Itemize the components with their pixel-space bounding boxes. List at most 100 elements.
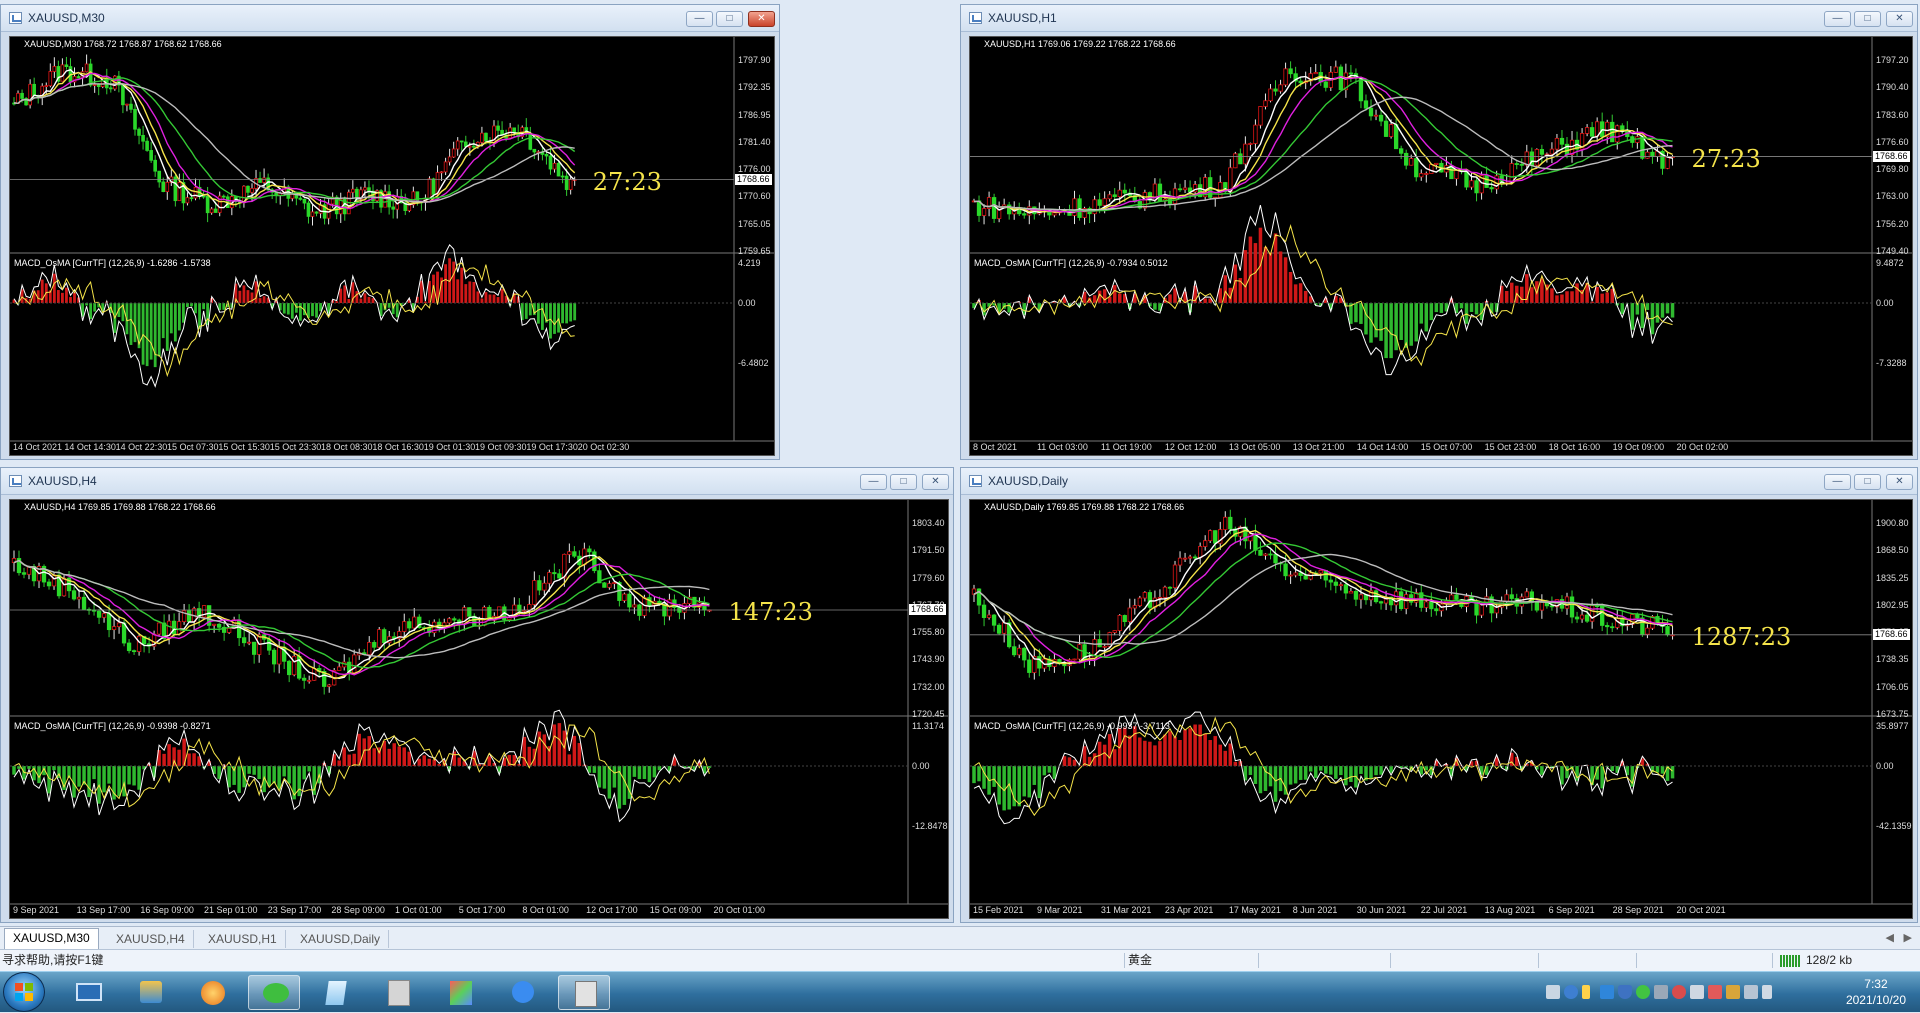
macd-histogram-bar <box>396 303 399 317</box>
candle-body <box>127 643 131 651</box>
candle-body <box>377 630 381 648</box>
tray-bluetooth-icon[interactable] <box>1600 985 1614 999</box>
minimize-button[interactable]: — <box>1824 474 1851 490</box>
macd-histogram-bar <box>480 299 483 304</box>
candle-body <box>1269 554 1273 555</box>
chart-window-daily[interactable]: XAUUSD,Daily — □ ✕ XAUUSD,Daily 1769.85 … <box>960 467 1918 923</box>
tray-security-icon[interactable] <box>1618 985 1632 999</box>
chart-area[interactable]: XAUUSD,Daily 1769.85 1769.88 1768.22 176… <box>969 499 1913 919</box>
candle-body <box>1229 168 1233 192</box>
taskbar-desktop-icon[interactable] <box>62 975 114 1010</box>
tab-scroll-right-icon[interactable]: ▶ <box>1904 931 1912 944</box>
candle-body <box>1073 659 1077 660</box>
tray-keyboard-icon[interactable] <box>1546 985 1560 999</box>
macd-histogram-bar <box>444 264 447 303</box>
macd-histogram-bar <box>1610 766 1614 771</box>
start-button[interactable] <box>3 972 45 1012</box>
taskbar-paint-icon[interactable] <box>434 975 486 1010</box>
tray-antivirus-icon[interactable] <box>1672 985 1686 999</box>
chart-area[interactable]: XAUUSD,H4 1769.85 1769.88 1768.22 1768.6… <box>9 499 949 919</box>
taskbar-wechat-icon[interactable] <box>248 975 300 1010</box>
tray-volume-icon[interactable] <box>1690 985 1704 999</box>
tray-settings-icon[interactable] <box>1582 985 1590 999</box>
chart-area[interactable]: XAUUSD,M30 1768.72 1768.87 1768.62 1768.… <box>9 36 775 456</box>
macd-histogram-bar <box>643 766 647 779</box>
taskbar-messenger-icon[interactable] <box>496 975 548 1010</box>
tray-help-icon[interactable] <box>1564 985 1578 999</box>
tab-xauusd-h4[interactable]: XAUUSD,H4 <box>108 930 194 948</box>
macd-histogram-bar <box>402 747 406 766</box>
taskbar-app-icon[interactable] <box>372 975 424 1010</box>
close-button[interactable]: ✕ <box>922 474 949 490</box>
window-titlebar[interactable]: XAUUSD,H1 — □ ✕ <box>961 5 1917 32</box>
time-axis-label: 6 Sep 2021 <box>1549 905 1595 915</box>
maximize-button[interactable]: □ <box>890 474 917 490</box>
chart-window-h1[interactable]: XAUUSD,H1 — □ ✕ XAUUSD,H1 1769.06 1769.2… <box>960 4 1918 460</box>
minimize-button[interactable]: — <box>686 11 713 27</box>
macd-histogram-bar <box>283 303 286 314</box>
tray-network-icon[interactable] <box>1744 985 1758 999</box>
time-axis-label: 22 Jul 2021 <box>1421 905 1468 915</box>
tray-input-icon[interactable] <box>1654 985 1668 999</box>
macd-histogram-bar <box>347 755 351 766</box>
tab-xauusd-daily[interactable]: XAUUSD,Daily <box>292 930 389 948</box>
chart-area[interactable]: XAUUSD,H1 1769.06 1769.22 1768.22 1768.6… <box>969 36 1913 456</box>
taskbar-controlpanel-icon[interactable] <box>124 975 176 1010</box>
tab-scroll-left-icon[interactable]: ◀ <box>1886 931 1894 944</box>
price-scale-label: 1749.40 <box>1876 246 1909 256</box>
candle-body <box>1183 188 1187 190</box>
tray-app-icon[interactable] <box>1708 985 1722 999</box>
macd-histogram-bar <box>1249 237 1253 303</box>
tray-signal-icon[interactable] <box>1762 985 1772 999</box>
chart-window-m30[interactable]: XAUUSD,M30 — □ ✕ XAUUSD,M30 1768.72 1768… <box>0 4 780 460</box>
close-button[interactable]: ✕ <box>1886 474 1913 490</box>
time-axis-label: 19 Oct 01:30 <box>424 442 476 452</box>
tab-xauusd-m30[interactable]: XAUUSD,M30 <box>4 928 99 949</box>
taskbar-notepad-icon[interactable] <box>310 975 362 1010</box>
macd-histogram-bar <box>1309 766 1313 772</box>
macd-indicator-label: MACD_OsMA [CurrTF] (12,26,9) -1.6286 -1.… <box>14 258 211 268</box>
maximize-button[interactable]: □ <box>716 11 743 27</box>
candle-body <box>485 133 488 141</box>
candle-body <box>593 552 597 571</box>
window-titlebar[interactable]: XAUUSD,M30 — □ ✕ <box>1 5 779 32</box>
candle-body <box>303 199 306 203</box>
minimize-button[interactable]: — <box>1824 11 1851 27</box>
macd-histogram-bar <box>1661 303 1665 318</box>
macd-histogram-bar <box>243 285 246 303</box>
taskbar-browser-icon[interactable] <box>186 975 238 1010</box>
window-titlebar[interactable]: XAUUSD,Daily — □ ✕ <box>961 468 1917 495</box>
minimize-button[interactable]: — <box>860 474 887 490</box>
chart-window-h4[interactable]: XAUUSD,H4 — □ ✕ XAUUSD,H4 1769.85 1769.8… <box>0 467 954 923</box>
macd-histogram-bar <box>1183 730 1187 766</box>
macd-histogram-bar <box>222 303 225 310</box>
macd-histogram-bar <box>387 749 391 766</box>
tray-wechat-icon[interactable] <box>1636 985 1650 999</box>
macd-histogram-bar <box>1646 303 1650 310</box>
macd-histogram-bar <box>423 755 427 766</box>
candle-body <box>1585 128 1589 134</box>
close-button[interactable]: ✕ <box>1886 11 1913 27</box>
macd-histogram-bar <box>1389 303 1393 358</box>
close-button[interactable]: ✕ <box>748 11 775 27</box>
tab-xauusd-h1[interactable]: XAUUSD,H1 <box>200 930 286 948</box>
macd-histogram-bar <box>237 766 241 793</box>
candle-countdown-timer: 1287:23 <box>1692 623 1792 651</box>
candle-body <box>187 611 191 622</box>
candle-body <box>1525 152 1529 165</box>
tray-speaker-icon[interactable] <box>1726 985 1740 999</box>
macd-histogram-bar <box>192 753 196 766</box>
maximize-button[interactable]: □ <box>1854 474 1881 490</box>
macd-histogram-bar <box>608 766 612 799</box>
window-titlebar[interactable]: XAUUSD,H4 — □ ✕ <box>1 468 953 495</box>
candle-body <box>1264 554 1268 555</box>
macd-histogram-bar <box>561 303 564 323</box>
macd-histogram-bar <box>311 303 314 316</box>
candle-body <box>259 178 262 182</box>
maximize-button[interactable]: □ <box>1854 11 1881 27</box>
taskbar-clock[interactable]: 7:32 2021/10/20 <box>1846 976 1906 1008</box>
candle-body <box>1470 181 1474 187</box>
macd-histogram-bar <box>388 303 391 308</box>
chart-header-ohlc: XAUUSD,Daily 1769.85 1769.88 1768.22 176… <box>984 502 1184 512</box>
taskbar-metatrader-icon[interactable] <box>558 975 610 1010</box>
